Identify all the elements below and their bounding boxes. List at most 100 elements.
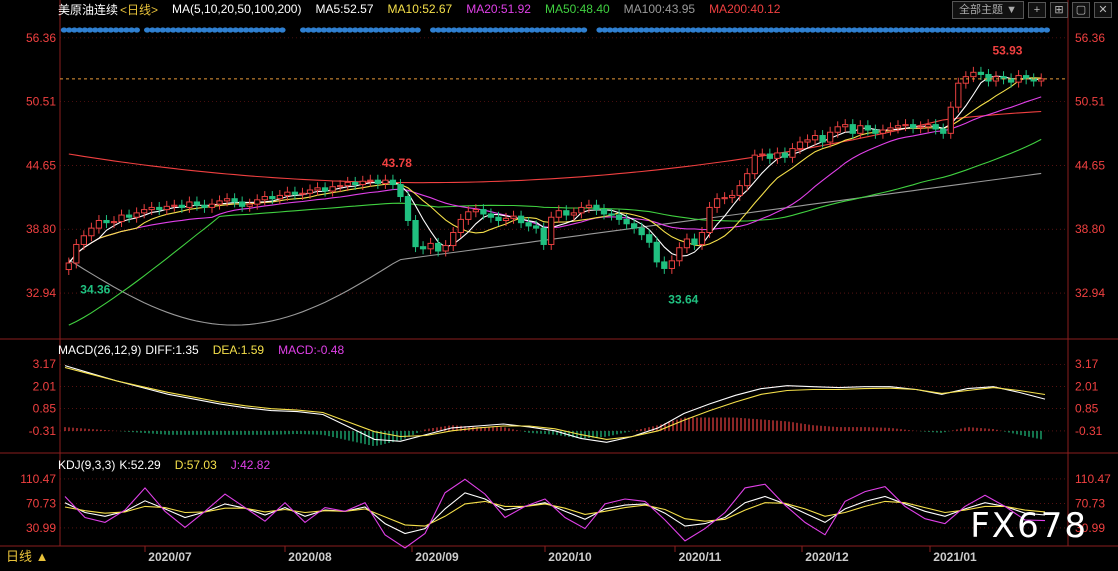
candle-body bbox=[736, 185, 743, 196]
y-tick-label: 50.51 bbox=[1075, 95, 1105, 109]
kdj-j-line bbox=[64, 478, 1046, 549]
candle-body bbox=[925, 124, 932, 128]
candle-body bbox=[698, 231, 706, 245]
candle-body bbox=[774, 152, 781, 159]
ma50-line bbox=[68, 138, 1042, 326]
theme-selector[interactable]: 全部主题 ▼ bbox=[952, 1, 1024, 19]
y-tick-label: 38.80 bbox=[26, 222, 56, 236]
candle-body bbox=[653, 241, 660, 263]
candle-body bbox=[857, 125, 864, 134]
candle-body bbox=[374, 179, 381, 184]
x-tick-label: 2020/08 bbox=[288, 550, 332, 564]
candle-body bbox=[691, 238, 698, 245]
candle-body bbox=[646, 234, 653, 243]
candle-body bbox=[321, 187, 329, 192]
candle-body bbox=[412, 219, 419, 248]
candle-body bbox=[344, 181, 351, 187]
candle-body bbox=[585, 204, 593, 208]
candle-body bbox=[661, 261, 668, 269]
ma100-line bbox=[68, 172, 1042, 326]
period-tab[interactable]: 日线 ▲ bbox=[0, 548, 54, 566]
candle-body bbox=[668, 260, 675, 269]
candle-body bbox=[676, 247, 683, 262]
instrument-title: 美原油连续 bbox=[58, 2, 119, 17]
candle-body bbox=[465, 211, 472, 220]
chart-stage: 56.36 56.36 50.51 50.51 44.65 44.65 38.80 38.80… bbox=[0, 0, 1118, 566]
candle-body bbox=[276, 194, 283, 200]
x-tick-label: 2020/07 bbox=[148, 550, 192, 564]
candle-body bbox=[917, 126, 924, 129]
add-icon[interactable]: + bbox=[1028, 2, 1046, 18]
candle-body bbox=[766, 153, 773, 159]
candle-body bbox=[849, 124, 856, 134]
candle-body bbox=[834, 126, 841, 133]
ma20-value: MA20:51.92 bbox=[466, 2, 531, 16]
candle-body bbox=[284, 191, 291, 196]
candle-body bbox=[887, 127, 894, 131]
candle-body bbox=[593, 204, 600, 211]
candle-body bbox=[955, 82, 962, 108]
candle-body bbox=[382, 179, 389, 184]
y-tick-label: -0.31 bbox=[29, 424, 57, 438]
ma100-value: MA100:43.95 bbox=[623, 2, 696, 16]
candle-body bbox=[495, 216, 502, 221]
y-tick-label: 44.65 bbox=[26, 158, 56, 172]
y-tick-label: 3.17 bbox=[33, 357, 57, 371]
y-tick-label: 110.47 bbox=[1075, 472, 1111, 486]
y-tick-label: -0.31 bbox=[1075, 424, 1103, 438]
kdj-legend: KDJ(9,3,3) K:52.29 D:57.03 J:42.82 bbox=[58, 456, 270, 474]
candle-body bbox=[570, 212, 577, 216]
candle-body bbox=[842, 124, 849, 128]
candle-body bbox=[510, 215, 517, 219]
candle-body bbox=[480, 209, 487, 215]
kdj-d: D:57.03 bbox=[174, 458, 217, 472]
candle-body bbox=[970, 71, 977, 78]
candle-body bbox=[148, 206, 155, 211]
candle-body bbox=[419, 246, 427, 250]
candle-body bbox=[487, 213, 495, 218]
candle-body bbox=[631, 223, 638, 229]
candle-body bbox=[533, 225, 540, 229]
candle-body bbox=[706, 206, 713, 233]
period-label[interactable]: <日线> bbox=[120, 1, 158, 18]
candle-body bbox=[563, 210, 570, 216]
candle-body bbox=[80, 235, 87, 245]
main-legend: 美原油连续 <日线> MA(5,10,20,50,100,200) MA5:52… bbox=[58, 0, 780, 18]
candle-body bbox=[239, 201, 246, 207]
fit-icon[interactable]: ⊞ bbox=[1050, 2, 1068, 18]
session-dot bbox=[414, 27, 421, 33]
candle-body bbox=[578, 206, 585, 214]
candle-body bbox=[306, 189, 314, 194]
candle-body bbox=[751, 154, 758, 175]
y-tick-label: 44.65 bbox=[1075, 158, 1105, 172]
annotation-label: 53.93 bbox=[992, 43, 1022, 57]
y-tick-label: 50.51 bbox=[26, 95, 56, 109]
candle-body bbox=[193, 201, 201, 206]
x-tick-label: 2020/11 bbox=[679, 550, 722, 564]
y-tick-label: 32.94 bbox=[26, 286, 56, 300]
candle-body bbox=[894, 125, 902, 129]
candle-body bbox=[427, 242, 434, 250]
candle-body bbox=[902, 124, 909, 127]
candle-body bbox=[683, 238, 691, 249]
candle-body bbox=[638, 227, 645, 236]
session-dots bbox=[60, 27, 1051, 33]
ma-params: MA(5,10,20,50,100,200) bbox=[172, 2, 302, 16]
x-tick-label: 2020/09 bbox=[415, 550, 459, 564]
theme-label: 全部主题 bbox=[959, 4, 1004, 16]
kdj-k: K:52.29 bbox=[119, 458, 161, 472]
kdj-title: KDJ(9,3,3) bbox=[58, 458, 116, 472]
candle-body bbox=[555, 210, 562, 218]
candle-body bbox=[977, 71, 985, 75]
candle-body bbox=[442, 245, 449, 252]
candle-body bbox=[254, 199, 261, 205]
macd-hist: MACD:-0.48 bbox=[278, 343, 345, 357]
candle-body bbox=[352, 181, 359, 186]
candle-body bbox=[450, 231, 457, 247]
candle-body bbox=[729, 194, 736, 199]
candle-body bbox=[517, 215, 525, 224]
window-icon[interactable]: ▢ bbox=[1072, 2, 1090, 18]
close-icon[interactable]: ✕ bbox=[1094, 2, 1112, 18]
candle-body bbox=[299, 192, 306, 195]
chart-canvas[interactable]: 56.36 56.36 50.51 50.51 44.65 44.65 38.80 38.80… bbox=[0, 0, 1118, 566]
